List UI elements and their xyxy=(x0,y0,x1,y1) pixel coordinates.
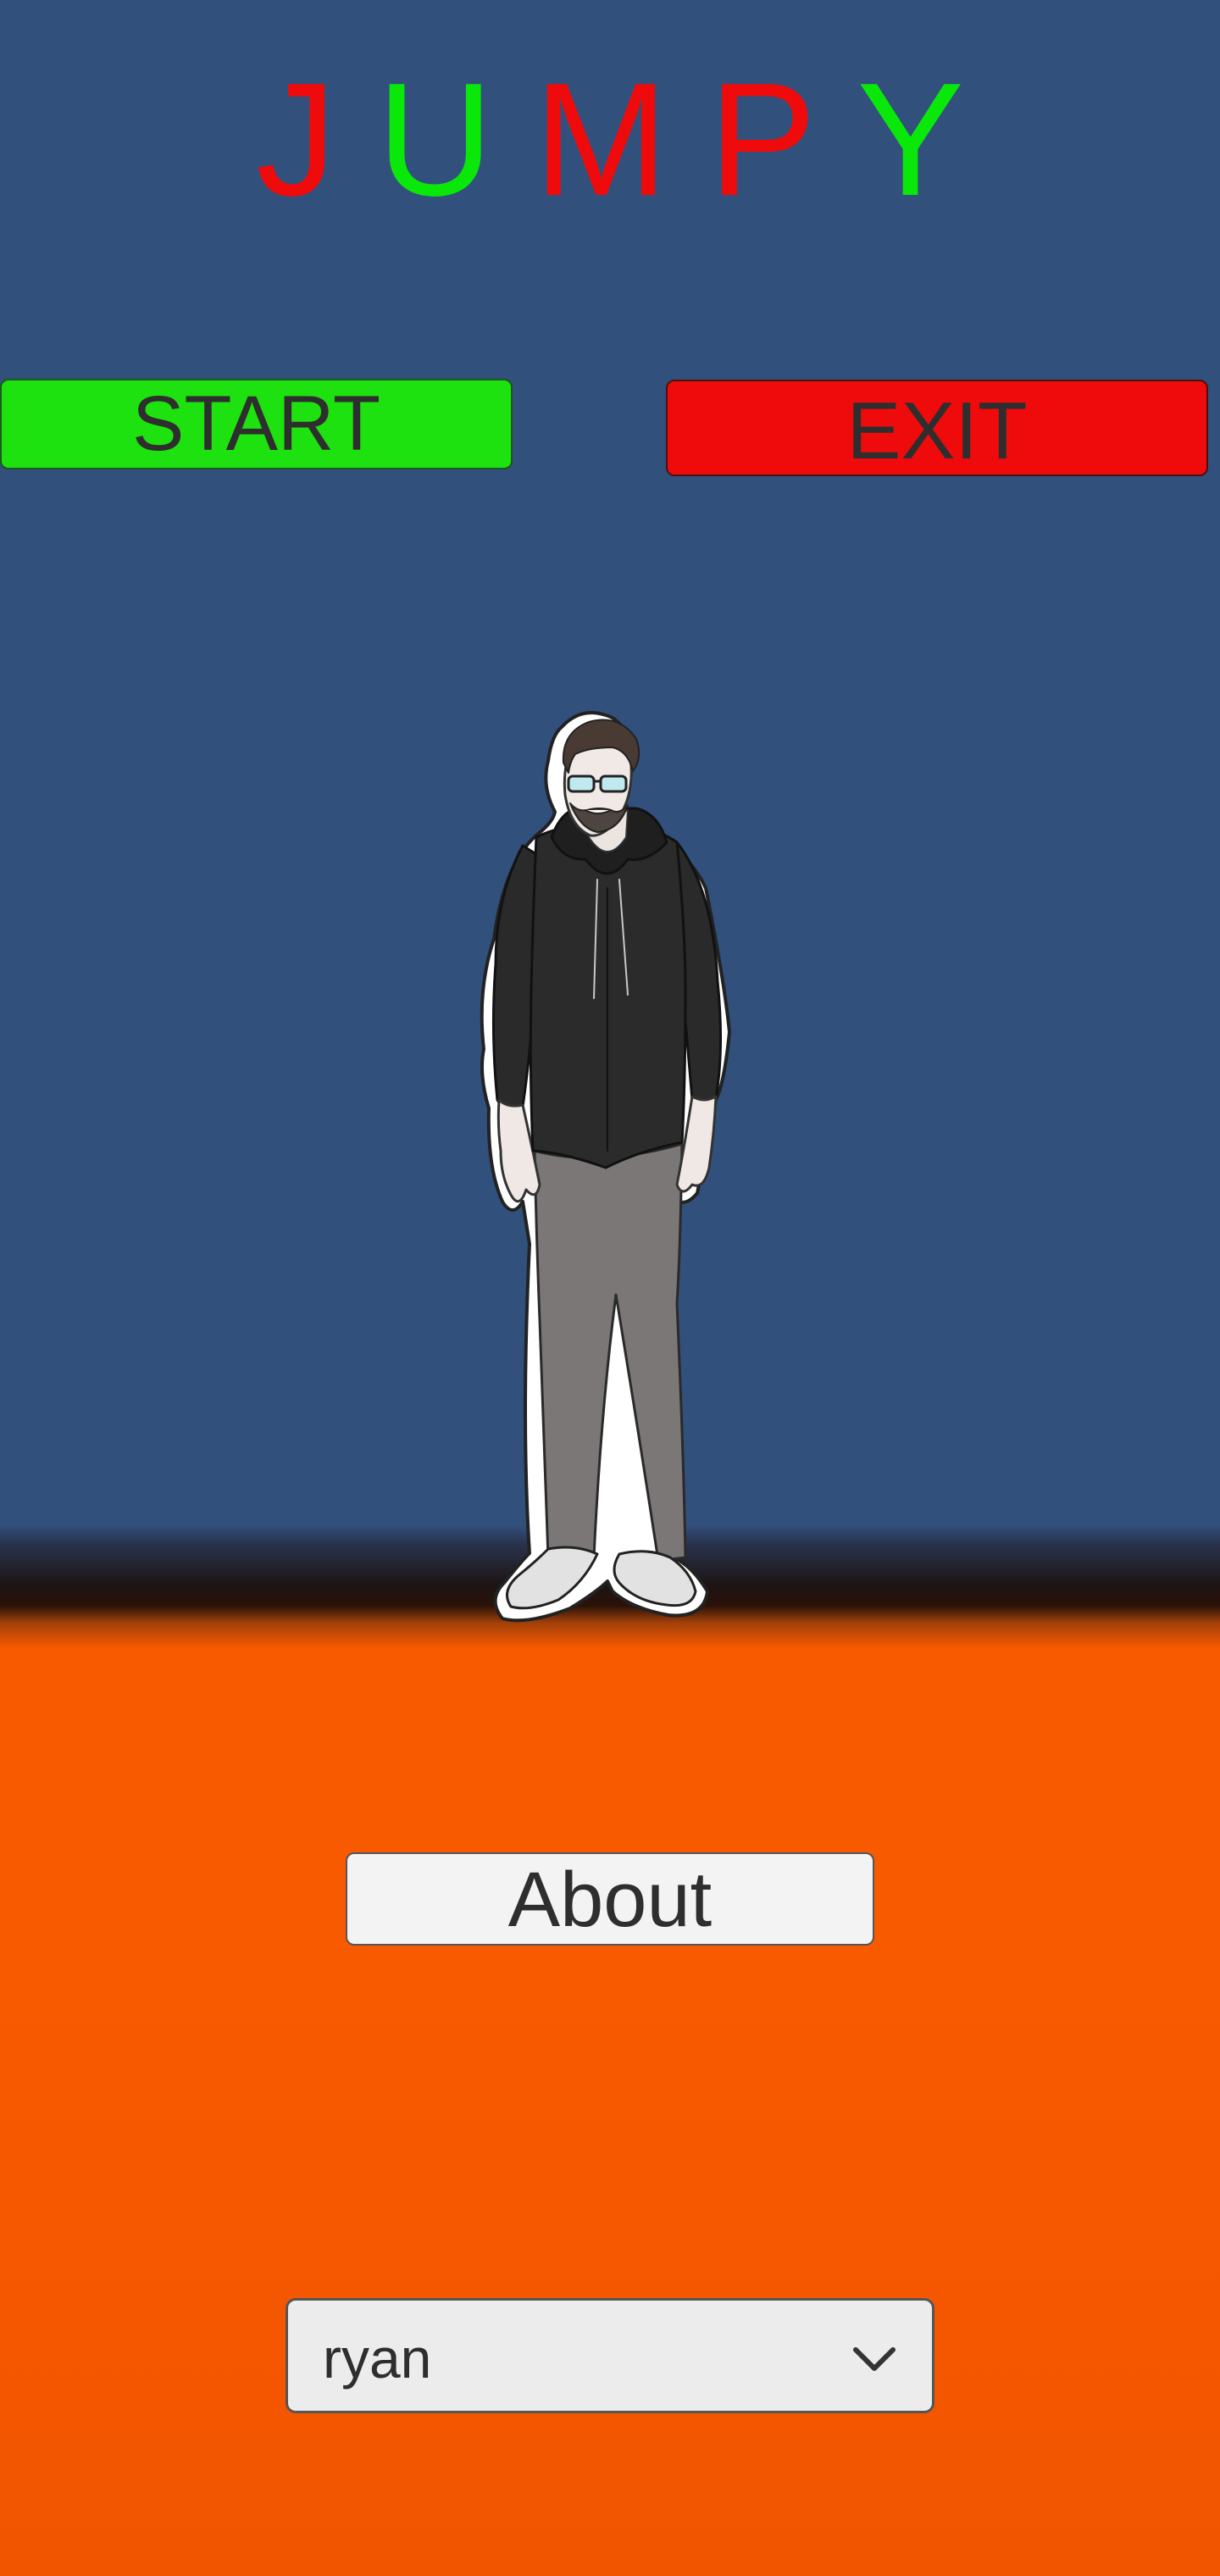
title-letter: P xyxy=(708,50,817,230)
title-letter: J xyxy=(256,50,337,230)
title-letter: M xyxy=(534,50,668,230)
title-letter: U xyxy=(377,50,494,230)
character-glasses-right xyxy=(599,774,628,793)
about-button[interactable]: About xyxy=(346,1852,874,1946)
player-character xyxy=(480,711,731,1623)
character-select-dropdown[interactable]: ryan xyxy=(286,2298,934,2413)
character-select-value: ryan xyxy=(323,2327,432,2390)
game-title: JUMPY xyxy=(0,55,1220,225)
character-glasses-left xyxy=(567,774,596,793)
title-letter: Y xyxy=(857,50,964,230)
chevron-down-icon xyxy=(853,2347,896,2371)
start-button[interactable]: START xyxy=(0,379,513,469)
exit-button[interactable]: EXIT xyxy=(666,380,1208,476)
